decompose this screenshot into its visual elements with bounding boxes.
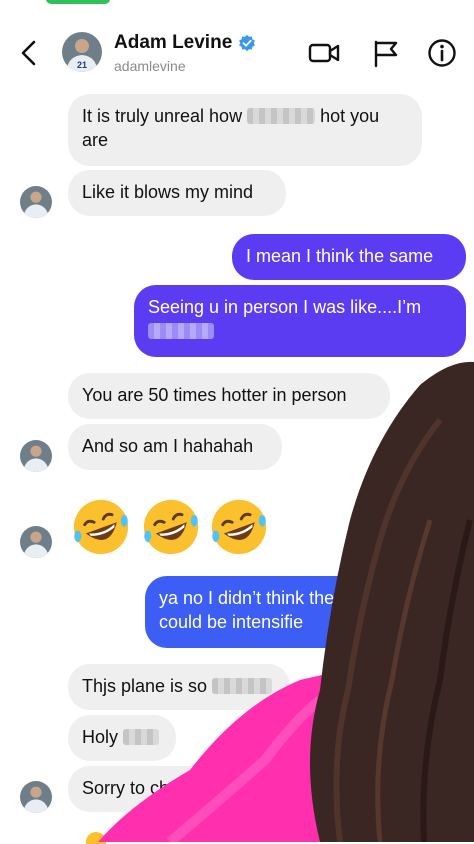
- censored-text: [247, 108, 316, 124]
- back-chevron-icon[interactable]: [16, 38, 42, 68]
- rolling-laughing-emoji-icon: [73, 499, 129, 555]
- rolling-laughing-emoji-icon: [211, 499, 267, 555]
- message-text: Like it blows my mind: [82, 182, 254, 202]
- message-text: You are 50 times hotter in person: [82, 385, 347, 405]
- rolling-laughing-emoji-icon: [143, 499, 199, 555]
- partial-emoji: [86, 832, 106, 844]
- verified-badge-icon: [239, 34, 256, 52]
- message-outgoing[interactable]: Seeing u in person I was like....I’m: [134, 285, 466, 357]
- message-text: And so am I hahahah: [82, 436, 254, 456]
- message-text: Holy: [82, 727, 119, 747]
- svg-text:21: 21: [77, 60, 87, 70]
- contact-handle: adamlevine: [114, 58, 186, 74]
- status-indicator: [46, 0, 110, 4]
- chat-header: 21 Adam Levine adamlevine: [0, 20, 474, 86]
- message-text: could be intensifie: [159, 612, 304, 632]
- message-text: are: [82, 130, 109, 150]
- contact-name[interactable]: Adam Levine: [114, 32, 256, 54]
- contact-name-text: Adam Levine: [114, 32, 233, 53]
- message-incoming[interactable]: Like it blows my mind: [68, 170, 286, 216]
- message-text: Sorry to ch: [82, 778, 170, 798]
- message-text: Thjs plane is so: [82, 676, 208, 696]
- message-outgoing[interactable]: I mean I think the same: [232, 234, 466, 280]
- emoji-message[interactable]: [68, 494, 274, 564]
- flag-icon[interactable]: [370, 38, 402, 68]
- sender-avatar[interactable]: [20, 781, 52, 813]
- message-incoming[interactable]: It is truly unreal how hot you are: [68, 94, 422, 166]
- censored-text: [174, 780, 285, 796]
- message-text: Seeing u in person I was like....I’m: [148, 297, 422, 317]
- message-outgoing[interactable]: ya no I didn’t think the could be intens…: [145, 576, 405, 648]
- censored-text: [148, 323, 214, 339]
- message-incoming[interactable]: And so am I hahahah: [68, 424, 282, 470]
- sender-avatar[interactable]: [20, 186, 52, 218]
- sender-avatar[interactable]: [20, 440, 52, 472]
- profile-avatar[interactable]: 21: [62, 32, 102, 72]
- censored-text: [123, 729, 160, 745]
- message-text: ya no I didn’t think the: [159, 588, 335, 608]
- message-incoming[interactable]: Sorry to ch: [68, 766, 388, 812]
- message-text: I mean I think the same: [246, 246, 434, 266]
- message-text: It is truly unreal how: [82, 106, 243, 126]
- sender-avatar[interactable]: [20, 526, 52, 558]
- censored-text: [212, 678, 273, 694]
- info-icon[interactable]: [426, 38, 458, 68]
- video-call-icon[interactable]: [308, 38, 340, 68]
- message-incoming[interactable]: Holy: [68, 715, 176, 761]
- message-incoming[interactable]: You are 50 times hotter in person: [68, 373, 390, 419]
- message-text: hot you: [320, 106, 380, 126]
- message-incoming[interactable]: Thjs plane is so: [68, 664, 290, 710]
